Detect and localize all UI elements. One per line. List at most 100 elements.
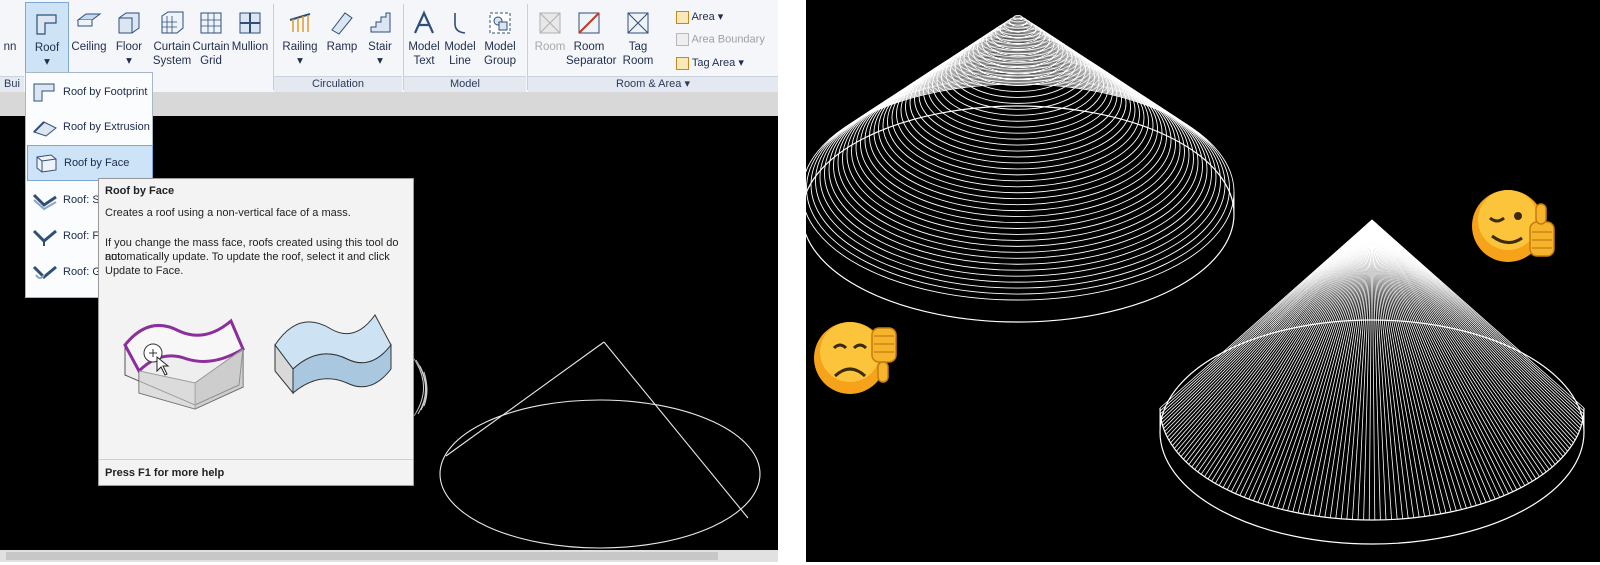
tag-room-label-2: Room [622, 55, 654, 67]
railing-icon [289, 13, 311, 32]
model-text-button[interactable]: Model Text [406, 2, 442, 76]
tooltip-note-line-2: automatically update. To update the roof… [105, 251, 390, 263]
tag-room-label-1: Tag [628, 41, 648, 53]
stair-icon [370, 12, 391, 33]
tooltip-footer: Press F1 for more help [99, 459, 413, 486]
roof-icon [36, 14, 57, 35]
chevron-down-icon: ▾ [717, 11, 724, 23]
roof-by-face-tooltip: Roof by Face Creates a roof using a non-… [98, 178, 414, 486]
ribbon-partial-button[interactable]: nn [0, 2, 20, 76]
roof-soffit-icon [32, 193, 57, 211]
mullion-button[interactable]: Mullion [231, 2, 269, 76]
menu-item-roof-by-face[interactable]: Roof by Face [27, 145, 153, 181]
chevron-down-icon: ▾ [44, 56, 50, 68]
room-separator-label-1: Room [573, 41, 605, 53]
floor-button[interactable]: Floor ▾ [110, 2, 148, 76]
contour-ring [1013, 15, 1023, 21]
cone-roof-concentric [801, 15, 1235, 323]
ramp-icon [331, 12, 353, 35]
menu-item-label: Roof by Footprint [63, 86, 148, 98]
model-text-label-2: Text [413, 55, 435, 67]
model-group-button[interactable]: Model Group [479, 2, 521, 76]
scrollbar-thumb[interactable] [6, 552, 718, 560]
ceiling-button[interactable]: Ceiling [70, 2, 108, 76]
hidden-cone-edge [411, 355, 428, 417]
ceiling-icon [76, 13, 102, 27]
menu-item-label: Roof by Face [64, 157, 130, 169]
room-button[interactable]: Room [530, 2, 570, 76]
partial-label: nn [3, 41, 17, 53]
comparison-canvas [801, 15, 1585, 545]
curtain-system-label-2: System [152, 55, 192, 67]
tag-room-button[interactable]: Tag Room [618, 2, 658, 76]
area-button[interactable]: Area ▾ [676, 10, 723, 24]
menu-item-label: Roof by Extrusion [63, 121, 150, 133]
tag-room-icon [627, 12, 649, 34]
floor-icon [118, 12, 140, 34]
curtain-system-label-1: Curtain [153, 41, 191, 53]
room-label: Room [534, 41, 566, 53]
roof-footprint-icon [33, 83, 55, 102]
panel-label-circulation: Circulation [274, 76, 402, 92]
room-separator-icon [578, 12, 600, 34]
stair-label: Stair [368, 41, 392, 53]
cone-roof-comparison-view [801, 0, 1600, 562]
menu-item-roof-by-footprint[interactable]: Roof by Footprint [27, 75, 151, 109]
area-boundary-button[interactable]: Area Boundary [676, 33, 765, 46]
area-boundary-label: Area Boundary [691, 33, 765, 46]
area-boundary-icon [676, 33, 689, 46]
railing-button[interactable]: Railing ▾ [280, 2, 320, 76]
room-separator-button[interactable]: Room Separator [566, 2, 617, 76]
model-group-icon [489, 12, 511, 34]
curtain-grid-label-1: Curtain [192, 41, 230, 53]
model-text-icon [413, 10, 435, 34]
tooltip-title: Roof by Face [105, 185, 175, 197]
tooltip-help-hint: Press F1 for more help [105, 467, 225, 479]
tooltip-note-line-3: Update to Face. [105, 265, 184, 277]
railing-label: Railing [282, 41, 318, 53]
ceiling-label: Ceiling [71, 41, 107, 53]
model-line-icon [454, 13, 466, 34]
roof-fascia-icon [32, 229, 57, 246]
wireframe-cone [439, 341, 761, 549]
room-separator-label-2: Separator [566, 55, 617, 67]
cone-roof-radial [1159, 219, 1585, 545]
roof-extrusion-icon [33, 121, 57, 137]
tag-area-label: Tag Area [691, 57, 736, 69]
model-line-button[interactable]: Model Line [442, 2, 478, 76]
ramp-button[interactable]: Ramp [323, 2, 361, 76]
curtain-grid-icon [200, 12, 222, 34]
chevron-down-icon: ▾ [297, 55, 303, 67]
thumbs-down-emoji-icon [814, 322, 897, 394]
chevron-down-icon: ▾ [126, 55, 132, 67]
area-icon [676, 10, 689, 24]
menu-item-roof-by-extrusion[interactable]: Roof by Extrusion [27, 110, 151, 144]
room-icon [539, 12, 561, 34]
tooltip-description: Creates a roof using a non-vertical face… [105, 207, 351, 219]
tag-area-button[interactable]: Tag Area ▾ [676, 56, 744, 70]
model-line-label-2: Line [449, 55, 471, 67]
panel-label-room-area[interactable]: Room & Area ▾ [528, 76, 778, 92]
roof-face-icon [36, 154, 57, 173]
model-text-label-1: Model [408, 41, 440, 53]
area-label: Area [691, 11, 715, 23]
mullion-icon [239, 12, 261, 34]
curtain-system-button[interactable]: Curtain System [152, 2, 192, 76]
revit-left-pane: nn Roof ▾ Ceiling Floor ▾ Curtain System Cu… [0, 0, 778, 562]
tag-area-icon [676, 56, 689, 70]
curtain-grid-button[interactable]: Curtain Grid [192, 2, 230, 76]
chevron-down-icon: ▾ [738, 57, 744, 69]
roof-label: Roof [34, 42, 60, 54]
roof-button[interactable]: Roof ▾ [25, 2, 69, 78]
floor-label: Floor [115, 41, 143, 53]
stair-button[interactable]: Stair ▾ [362, 2, 398, 76]
ramp-label: Ramp [326, 41, 358, 53]
chevron-down-icon: ▾ [377, 55, 383, 67]
mullion-label: Mullion [231, 41, 269, 53]
thumbs-up-emoji-icon [1472, 190, 1555, 262]
roof-gutter-icon [32, 265, 57, 280]
tooltip-illustration [123, 314, 392, 410]
model-line-label-1: Model [444, 41, 476, 53]
curtain-system-icon [161, 11, 184, 34]
panel-label-build: Bui [0, 76, 24, 92]
